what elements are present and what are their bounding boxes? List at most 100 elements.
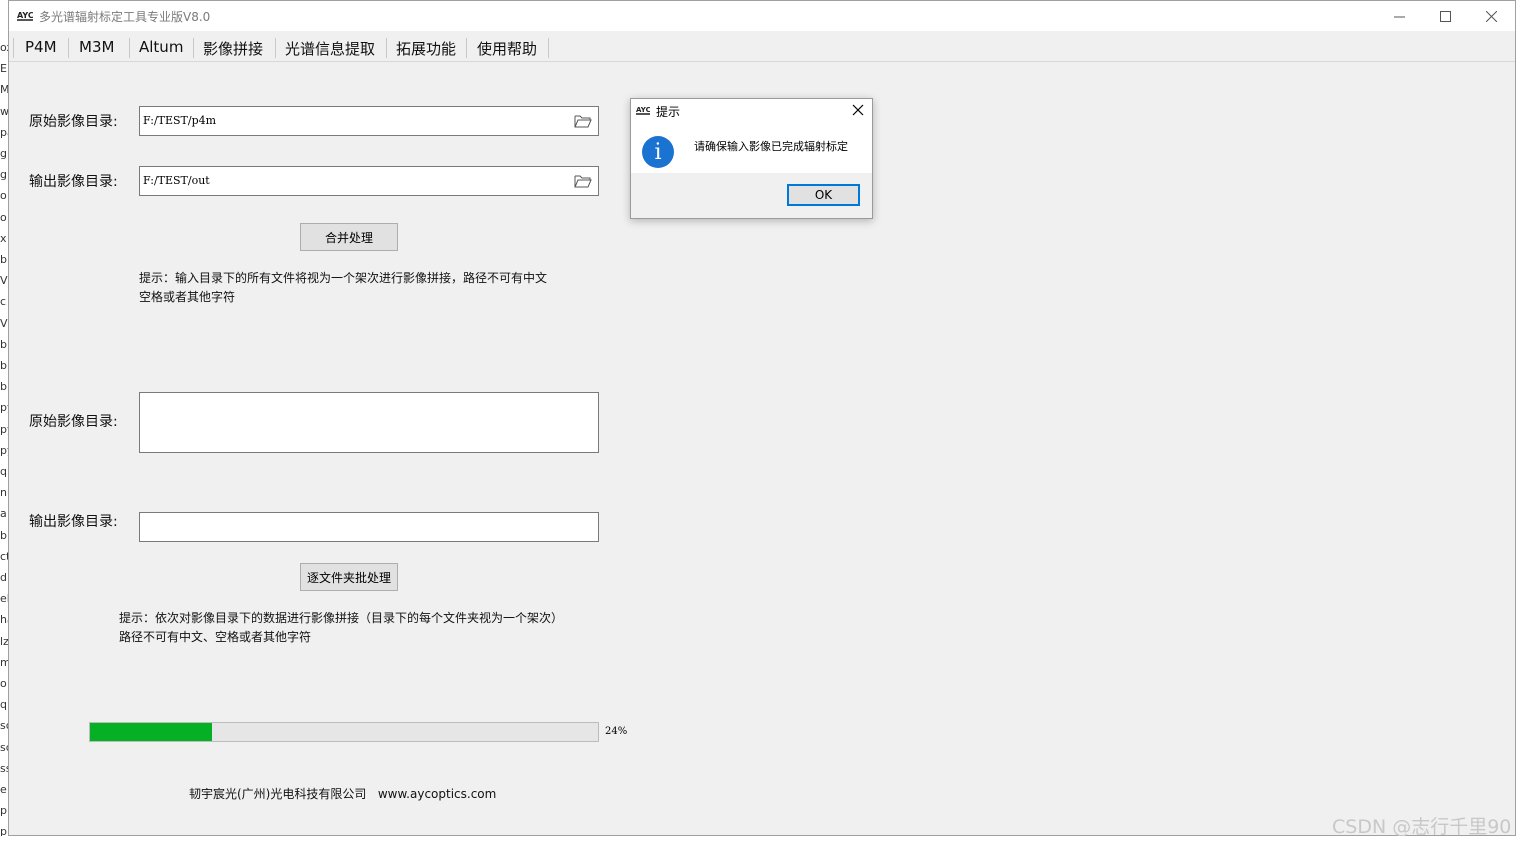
background-window-text: o xyxy=(0,210,7,224)
menu-p4m[interactable]: P4M xyxy=(25,38,57,56)
info-dialog: AYC 提示 i 请确保输入影像已完成辐射标定 OK xyxy=(630,98,873,219)
background-window-text: g xyxy=(0,168,7,182)
footer: 韧宇宸光(广州)光电科技有限公司 www.aycoptics.com xyxy=(189,785,496,802)
menu-separator xyxy=(193,38,194,58)
menu-separator xyxy=(386,38,387,58)
minimize-icon xyxy=(1393,16,1405,17)
background-window-text: q xyxy=(0,465,7,478)
window-title: 多光谱辐射标定工具专业版V8.0 xyxy=(39,10,211,24)
background-window-text: q xyxy=(0,698,7,712)
batch-input-label: 原始影像目录: xyxy=(29,414,118,430)
background-window-text: py xyxy=(0,422,8,436)
background-window-text: ct xyxy=(0,549,8,563)
footer-company: 韧宇宸光(广州)光电科技有限公司 xyxy=(189,787,367,801)
maximize-icon xyxy=(1439,10,1451,22)
ok-button[interactable]: OK xyxy=(787,184,860,206)
info-icon: i xyxy=(642,136,674,168)
maximize-button[interactable] xyxy=(1422,1,1468,31)
folder-open-icon[interactable] xyxy=(574,173,592,189)
batch-output-field[interactable] xyxy=(139,512,599,542)
background-window-text: b xyxy=(0,528,7,542)
background-window-text: o xyxy=(0,677,7,690)
merge-hint-line1: 提示：输入目录下的所有文件将视为一个架次进行影像拼接，路径不可有中文 xyxy=(139,271,548,285)
background-window-text: o xyxy=(0,189,7,203)
menu-m3m[interactable]: M3M xyxy=(79,38,114,56)
menu-separator xyxy=(68,38,69,58)
batch-input-field[interactable] xyxy=(139,392,599,453)
close-icon xyxy=(1485,10,1497,22)
background-window-text: E xyxy=(0,62,7,76)
background-window-text: py xyxy=(0,401,8,415)
background-window-text: pa xyxy=(0,125,8,139)
merge-input-value: F:/TEST/p4m xyxy=(143,114,217,127)
minimize-button[interactable] xyxy=(1376,1,1422,31)
background-window-text: sc xyxy=(0,719,8,733)
background-window-text: lz xyxy=(0,634,8,648)
dialog-title: 提示 xyxy=(656,105,681,119)
merge-input-label: 原始影像目录: xyxy=(29,114,118,130)
background-window-text: e xyxy=(0,783,7,796)
background-window-text: el xyxy=(0,592,8,606)
menu-separator xyxy=(548,38,549,58)
menu-separator xyxy=(13,38,14,58)
background-window-text: n xyxy=(0,486,7,500)
background-window-text: py xyxy=(0,443,8,457)
background-window-text: c xyxy=(0,295,7,309)
app-logo-icon: AYC xyxy=(17,8,33,22)
menu-bar: P4M M3M Altum 影像拼接 光谱信息提取 拓展功能 使用帮助 xyxy=(9,34,1515,62)
background-window-strip: oxEMwpaggooxbVCcVCbbbpypypyqnabctdelhalz… xyxy=(0,0,8,843)
background-window-text: b xyxy=(0,253,7,266)
batch-process-button[interactable]: 逐文件夹批处理 xyxy=(300,563,398,591)
merge-process-button[interactable]: 合并处理 xyxy=(300,223,398,251)
background-window-text: m xyxy=(0,655,8,669)
menu-help[interactable]: 使用帮助 xyxy=(477,38,537,59)
background-window-text: VC xyxy=(0,274,8,288)
dialog-body: i 请确保输入影像已完成辐射标定 xyxy=(631,123,872,173)
menu-image-mosaic[interactable]: 影像拼接 xyxy=(203,38,263,59)
menu-altum[interactable]: Altum xyxy=(139,38,183,56)
menu-separator xyxy=(466,38,467,58)
close-button[interactable] xyxy=(1468,1,1514,31)
background-window-text: d xyxy=(0,571,7,584)
batch-hint: 提示：依次对影像目录下的数据进行影像拼接（目录下的每个文件夹视为一个架次） 路径… xyxy=(119,609,619,647)
batch-hint-line1: 提示：依次对影像目录下的数据进行影像拼接（目录下的每个文件夹视为一个架次） xyxy=(119,611,564,625)
background-window-bottom xyxy=(0,836,1523,843)
background-window-text: ss xyxy=(0,761,8,775)
dialog-title-bar: AYC 提示 xyxy=(631,99,872,123)
merge-output-value: F:/TEST/out xyxy=(143,174,210,187)
merge-output-label: 输出影像目录: xyxy=(29,174,118,190)
progress-fill xyxy=(90,723,212,741)
svg-text:AYC: AYC xyxy=(17,11,33,20)
background-window-text: a xyxy=(0,507,7,521)
footer-website: www.aycoptics.com xyxy=(377,787,497,801)
background-window-text: x xyxy=(0,231,7,245)
background-window-text: sc xyxy=(0,740,8,754)
menu-separator xyxy=(129,38,130,58)
svg-text:AYC: AYC xyxy=(636,106,650,114)
menu-separator xyxy=(275,38,276,58)
background-window-text: ha xyxy=(0,613,8,627)
app-logo-icon: AYC xyxy=(636,106,650,115)
dialog-message: 请确保输入影像已完成辐射标定 xyxy=(694,140,848,153)
menu-spectral-extract[interactable]: 光谱信息提取 xyxy=(285,38,375,59)
background-window-text: p xyxy=(0,804,7,818)
background-window-text: ox xyxy=(0,41,8,54)
background-window-text: w xyxy=(0,104,8,118)
folder-open-icon[interactable] xyxy=(574,113,592,129)
background-window-text: b xyxy=(0,359,7,372)
background-window-text: g xyxy=(0,147,7,160)
merge-input-field[interactable]: F:/TEST/p4m xyxy=(139,106,599,136)
batch-hint-line2: 路径不可有中文、空格或者其他字符 xyxy=(119,630,312,644)
background-window-text: M xyxy=(0,83,8,97)
background-window-text: b xyxy=(0,380,7,394)
close-icon[interactable] xyxy=(852,104,864,116)
background-window-text: b xyxy=(0,337,7,351)
title-bar: AYC 多光谱辐射标定工具专业版V8.0 xyxy=(9,1,1515,31)
background-window-text: VC xyxy=(0,316,8,330)
progress-percent: 24% xyxy=(605,726,628,737)
merge-output-field[interactable]: F:/TEST/out xyxy=(139,166,599,196)
merge-hint-line2: 空格或者其他字符 xyxy=(139,290,236,304)
watermark: CSDN @志行千里90 xyxy=(1332,816,1512,838)
menu-extensions[interactable]: 拓展功能 xyxy=(396,38,456,59)
progress-bar xyxy=(89,722,599,742)
